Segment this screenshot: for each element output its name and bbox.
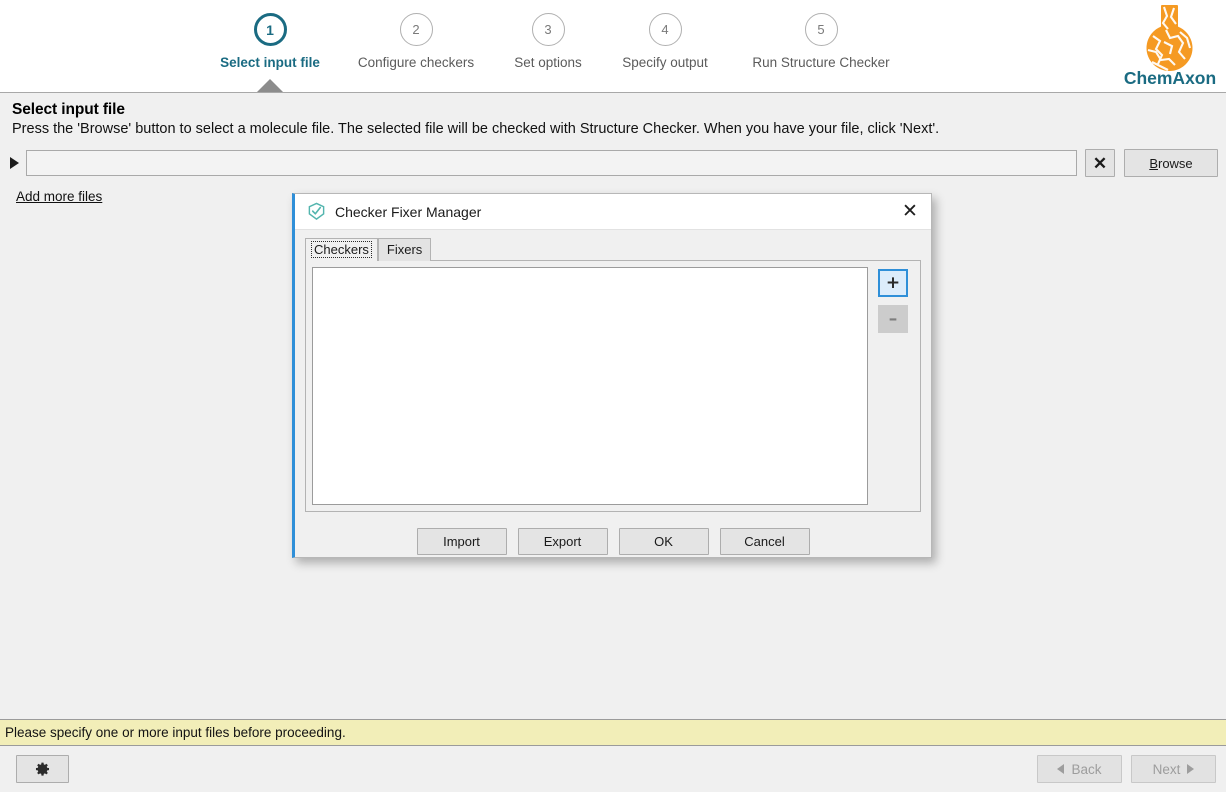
structure-checker-wizard: 1 Select input file 2 Configure checkers 3 Se… [0, 0, 1226, 792]
next-button-label: Next [1152, 761, 1181, 777]
wizard-step-4[interactable]: 4 Specify output [580, 13, 750, 70]
active-step-pointer [257, 79, 283, 92]
import-button[interactable]: Import [416, 528, 507, 555]
dialog-body: Checkers Fixers + – Import Export OK Cancel [295, 230, 931, 558]
wizard-step-5[interactable]: 5 Run Structure Checker [736, 13, 906, 70]
tab-label: Fixers [386, 242, 423, 257]
plus-icon: + [885, 272, 901, 293]
settings-button[interactable] [16, 755, 69, 783]
dialog-close-button[interactable]: ✕ [895, 198, 925, 226]
chemaxon-logo-text: ChemAxon [1124, 68, 1216, 88]
status-message: Please specify one or more input files b… [5, 725, 346, 740]
gear-icon [35, 762, 50, 776]
file-path-input[interactable] [26, 150, 1077, 176]
close-icon: ✕ [1092, 153, 1108, 173]
chemaxon-logo: ChemAxon [1120, 2, 1220, 90]
dialog-tabs: Checkers Fixers [305, 238, 921, 261]
cancel-button-label: Cancel [744, 534, 785, 549]
wizard-step-number: 4 [648, 13, 682, 46]
dialog-action-buttons: Import Export OK Cancel [305, 528, 921, 555]
tab-panel-checkers: + – [305, 260, 921, 512]
browse-button-label: Browse [1149, 155, 1193, 171]
page-description: Press the 'Browse' button to select a mo… [12, 121, 940, 137]
wizard-step-number: 1 [253, 13, 287, 46]
add-checker-button[interactable]: + [878, 269, 908, 297]
checkers-list[interactable] [312, 267, 868, 505]
wizard-step-label: Set options [514, 55, 582, 70]
arrow-right-icon [1187, 764, 1195, 774]
export-button-label: Export [543, 534, 582, 549]
chemaxon-logo-mark: ChemAxon [1124, 5, 1216, 88]
tab-fixers[interactable]: Fixers [377, 238, 432, 261]
back-button: Back [1037, 755, 1122, 783]
dialog-titlebar: Checker Fixer Manager ✕ [295, 194, 931, 230]
wizard-step-label: Specify output [622, 55, 708, 70]
wizard-step-number: 5 [804, 13, 838, 46]
tab-checkers[interactable]: Checkers [305, 238, 378, 261]
wizard-step-1[interactable]: 1 Select input file [185, 13, 355, 70]
wizard-step-number: 2 [399, 13, 433, 46]
wizard-step-label: Run Structure Checker [752, 55, 890, 70]
dialog-title: Checker Fixer Manager [335, 203, 482, 220]
file-input-row: ✕ Browse [0, 149, 1226, 177]
list-side-toolbar: + – [872, 267, 914, 505]
ok-button[interactable]: OK [618, 528, 709, 555]
page-title: Select input file [12, 101, 125, 118]
browse-button[interactable]: Browse [1124, 149, 1218, 177]
remove-checker-button: – [878, 305, 908, 333]
wizard-step-header: 1 Select input file 2 Configure checkers 3 Se… [0, 0, 1226, 93]
add-more-files-link[interactable]: Add more files [16, 189, 102, 204]
checker-fixer-manager-dialog: Checker Fixer Manager ✕ Checkers Fixers +… [292, 193, 932, 558]
next-button: Next [1131, 755, 1216, 783]
export-button[interactable]: Export [517, 528, 608, 555]
minus-icon: – [888, 308, 898, 329]
checker-shield-icon [308, 202, 325, 220]
cancel-button[interactable]: Cancel [719, 528, 810, 555]
wizard-nav-buttons: Back Next [1037, 755, 1216, 783]
wizard-step-label: Configure checkers [357, 55, 475, 70]
import-button-label: Import [443, 534, 480, 549]
clear-file-button[interactable]: ✕ [1085, 149, 1115, 177]
tab-label: Checkers [311, 241, 372, 258]
back-button-label: Back [1071, 761, 1102, 777]
status-bar: Please specify one or more input files b… [0, 719, 1226, 746]
footer-bar: Back Next [0, 746, 1226, 792]
ok-button-label: OK [654, 534, 673, 549]
arrow-left-icon [1057, 764, 1065, 774]
wizard-step-label: Select input file [220, 55, 320, 70]
triangle-right-icon[interactable] [6, 155, 22, 171]
instructions-block: Select input file Press the 'Browse' but… [0, 93, 1226, 137]
wizard-step-number: 3 [531, 13, 565, 46]
